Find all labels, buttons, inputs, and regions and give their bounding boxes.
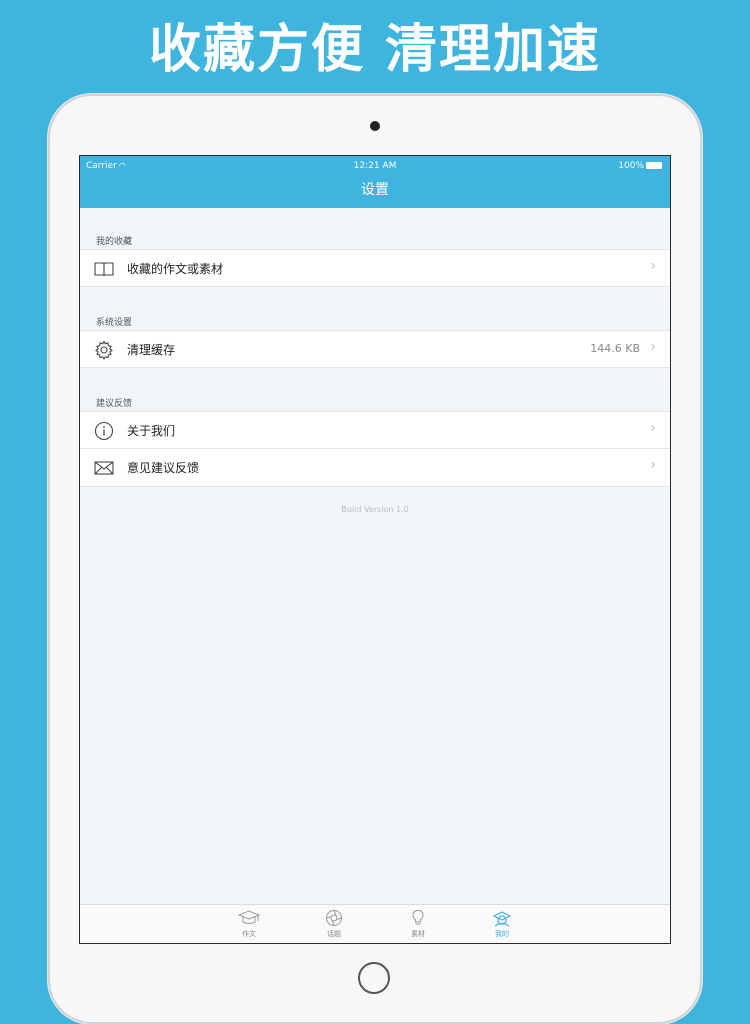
battery-icon xyxy=(646,162,662,169)
section-header-feedback: 建议反馈 xyxy=(96,399,133,409)
row-label: 清理缓存 xyxy=(127,343,176,357)
tab-materials[interactable]: 素材 xyxy=(393,909,443,939)
tab-label: 素材 xyxy=(411,930,425,938)
row-about-us[interactable]: 关于我们 › xyxy=(80,411,670,449)
graduation-cap-icon xyxy=(238,910,260,924)
tab-bar: 作文 话题 素材 我的 xyxy=(80,904,670,943)
tab-label: 作文 xyxy=(242,930,256,938)
chevron-right-icon: › xyxy=(650,457,656,473)
row-label: 意见建议反馈 xyxy=(127,461,200,475)
lightbulb-icon xyxy=(412,909,424,925)
row-feedback[interactable]: 意见建议反馈 › xyxy=(80,449,670,487)
promo-headline: 收藏方便 清理加速 xyxy=(148,20,602,80)
app-screen: Carrier ◠ 12:21 AM 100% 设置 我的收藏 收藏的作文或素材 … xyxy=(79,155,671,944)
chevron-right-icon: › xyxy=(650,258,656,274)
row-favorites[interactable]: 收藏的作文或素材 › xyxy=(80,249,670,287)
section-header-system: 系统设置 xyxy=(96,318,133,328)
tab-label: 话题 xyxy=(327,930,341,938)
tab-label: 我的 xyxy=(495,930,509,938)
book-icon xyxy=(94,262,114,277)
tab-topics[interactable]: 话题 xyxy=(309,909,359,939)
front-camera xyxy=(370,121,380,131)
section-header-favorites: 我的收藏 xyxy=(96,237,133,247)
status-time: 12:21 AM xyxy=(353,161,397,171)
user-icon xyxy=(492,911,512,927)
home-button[interactable] xyxy=(358,962,390,994)
row-clear-cache[interactable]: 清理缓存 144.6 KB › xyxy=(80,330,670,368)
aperture-icon xyxy=(326,910,342,926)
tab-essays[interactable]: 作文 xyxy=(224,909,274,939)
row-label: 关于我们 xyxy=(127,424,176,438)
info-icon xyxy=(94,421,114,441)
tab-mine[interactable]: 我的 xyxy=(477,909,527,939)
mail-icon xyxy=(94,461,114,475)
status-battery: 100% xyxy=(618,160,662,172)
chevron-right-icon: › xyxy=(650,339,656,355)
build-version: Build Version 1.0 xyxy=(341,505,409,514)
gear-icon xyxy=(95,340,113,360)
navigation-bar: Carrier ◠ 12:21 AM 100% 设置 xyxy=(80,156,670,208)
chevron-right-icon: › xyxy=(650,420,656,436)
page-title: 设置 xyxy=(361,182,389,198)
cache-size: 144.6 KB xyxy=(590,342,640,355)
row-label: 收藏的作文或素材 xyxy=(127,262,224,276)
